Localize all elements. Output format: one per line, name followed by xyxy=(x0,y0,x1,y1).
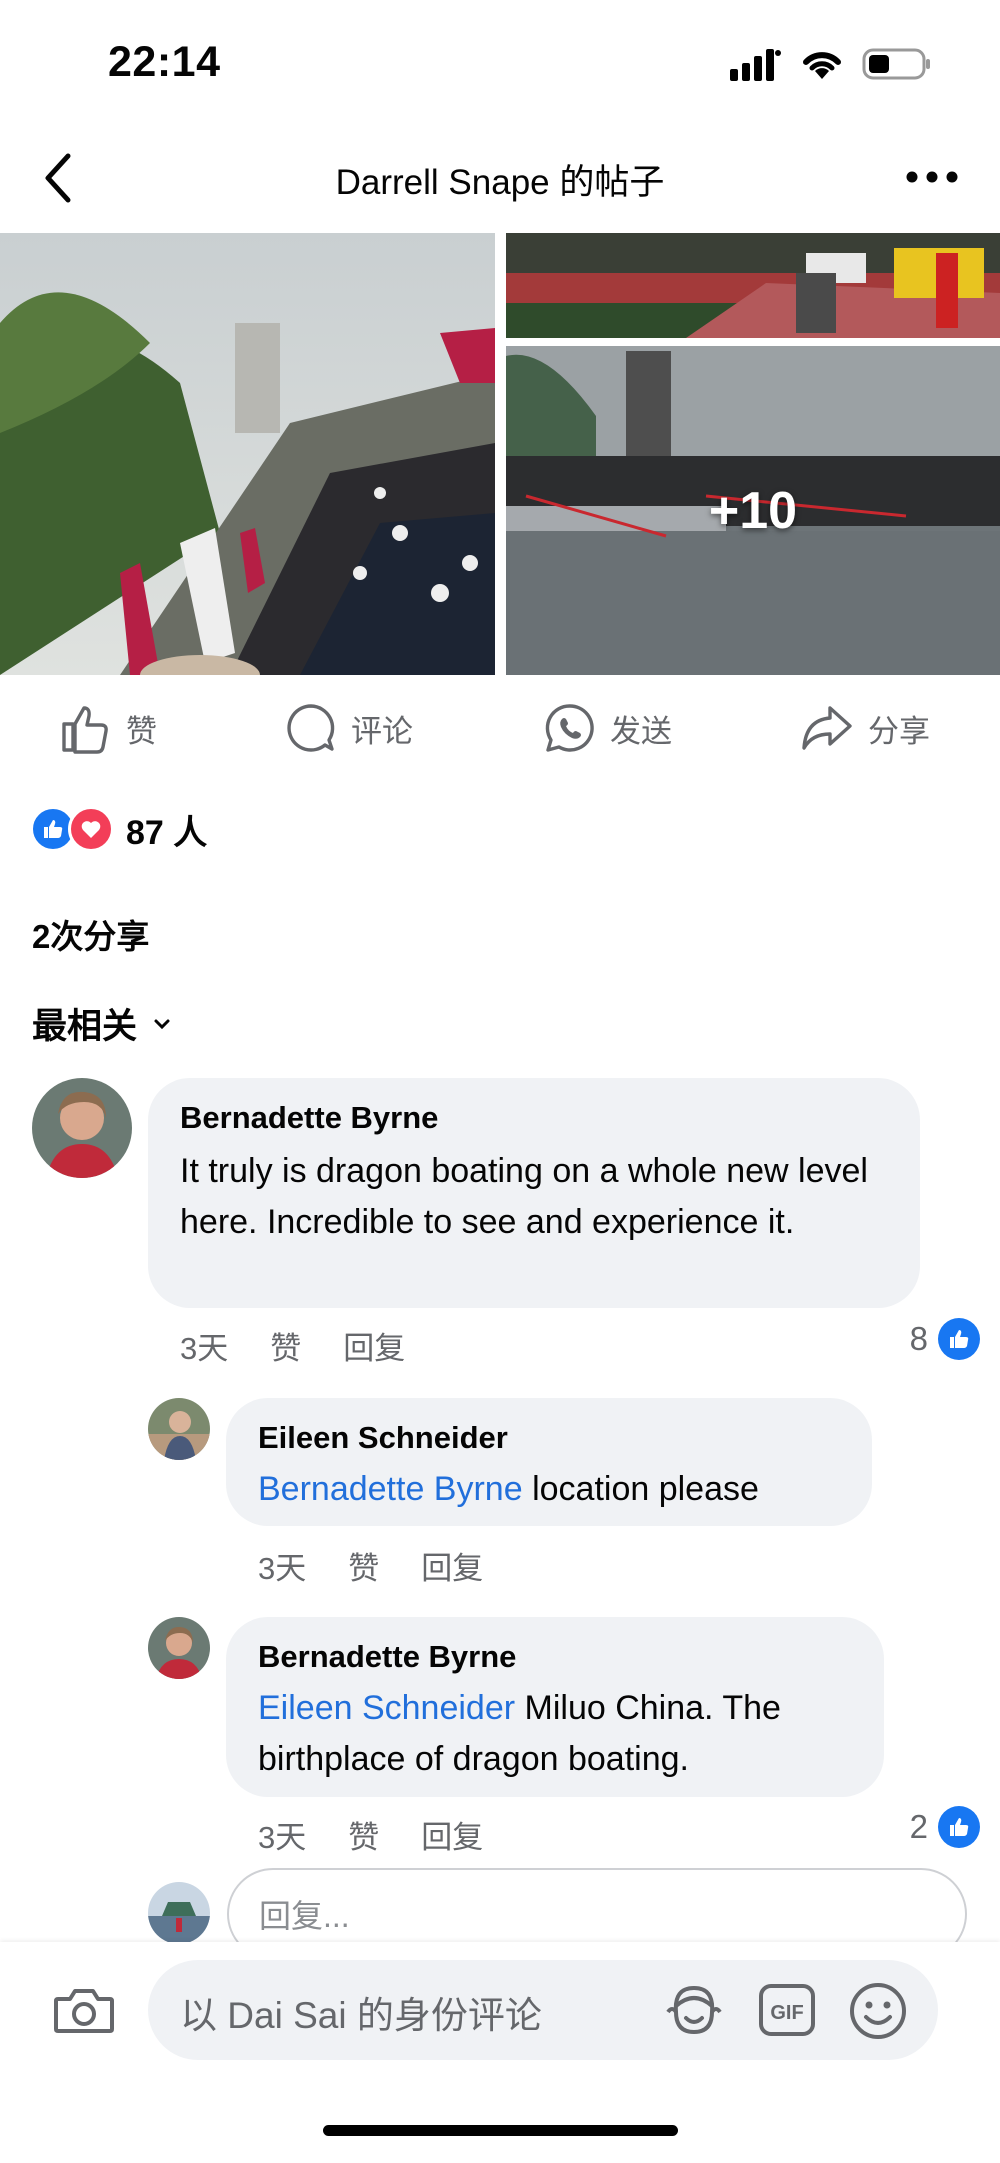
share-button[interactable]: 分享 xyxy=(800,698,930,758)
more-photos-count[interactable]: +10 xyxy=(506,346,1000,675)
wifi-icon xyxy=(803,52,841,79)
love-reaction-icon xyxy=(68,806,114,852)
more-button[interactable] xyxy=(902,160,962,194)
avatar[interactable] xyxy=(148,1398,210,1460)
reactions-summary[interactable]: 87 人 xyxy=(30,806,207,852)
comment-like-button[interactable]: 赞 xyxy=(348,1543,379,1588)
comment-bubble[interactable]: Bernadette Byrne It truly is dragon boat… xyxy=(148,1078,920,1308)
comment-reply-button[interactable]: 回复 xyxy=(421,1543,483,1588)
comment-time: 3天 xyxy=(258,1820,307,1855)
like-reaction-icon xyxy=(938,1318,980,1360)
avatar[interactable] xyxy=(32,1078,132,1178)
comment-text: Eileen Schneider Miluo China. The birthp… xyxy=(258,1683,868,1785)
sort-label: 最相关 xyxy=(32,1007,138,1046)
comment-author[interactable]: Eileen Schneider xyxy=(258,1420,508,1456)
gif-button[interactable]: GIF xyxy=(758,1983,816,2037)
emoji-icon xyxy=(850,1983,906,2039)
signal-icon xyxy=(730,49,781,81)
more-icon xyxy=(906,171,958,183)
comment-like-button[interactable]: 赞 xyxy=(270,1323,301,1368)
battery-icon xyxy=(862,48,930,80)
comment-reply-button[interactable]: 回复 xyxy=(421,1812,483,1857)
home-indicator xyxy=(323,2125,678,2136)
comment-meta: 3天 赞 回复 xyxy=(180,1323,405,1368)
comment-time: 3天 xyxy=(180,1331,229,1366)
camera-icon xyxy=(54,1989,114,2033)
comment-like-count[interactable]: 8 xyxy=(910,1318,980,1360)
comment-time: 3天 xyxy=(258,1551,307,1586)
post-photo-1[interactable] xyxy=(0,233,495,675)
like-label: 赞 xyxy=(126,713,157,749)
page-title: Darrell Snape 的帖子 xyxy=(335,163,665,202)
comment-text: It truly is dragon boating on a whole ne… xyxy=(180,1152,868,1241)
avatar xyxy=(148,1882,210,1944)
whatsapp-icon xyxy=(545,704,594,752)
mention-link[interactable]: Eileen Schneider xyxy=(258,1689,515,1727)
comment-bubble[interactable]: Eileen Schneider Bernadette Byrne locati… xyxy=(226,1398,872,1526)
share-icon xyxy=(802,706,852,750)
comment-body: location please xyxy=(522,1470,759,1508)
reaction-count: 87 人 xyxy=(126,813,208,852)
chevron-down-icon xyxy=(154,1019,170,1029)
comment-meta: 3天 赞 回复 xyxy=(258,1543,483,1588)
share-count[interactable]: 2次分享 xyxy=(32,910,149,958)
comment-icon xyxy=(287,704,335,752)
comment-bubble[interactable]: Bernadette Byrne Eileen Schneider Miluo … xyxy=(226,1617,884,1797)
like-reaction-icon xyxy=(938,1806,980,1848)
avatar[interactable] xyxy=(148,1617,210,1679)
comment-like-count[interactable]: 2 xyxy=(910,1806,980,1848)
avatar-sticker-icon xyxy=(666,1985,722,2035)
camera-button[interactable] xyxy=(52,1985,116,2037)
comment-author[interactable]: Bernadette Byrne xyxy=(180,1100,438,1136)
mention-link[interactable]: Bernadette Byrne xyxy=(258,1470,523,1508)
sort-dropdown[interactable]: 最相关 xyxy=(32,998,171,1049)
gif-icon: GIF xyxy=(759,1984,815,2036)
comment-text: Bernadette Byrne location please xyxy=(258,1464,759,1515)
comment-reply-button[interactable]: 回复 xyxy=(343,1323,405,1368)
comment-label: 评论 xyxy=(351,713,413,749)
send-label: 发送 xyxy=(610,713,672,749)
comment-author[interactable]: Bernadette Byrne xyxy=(258,1639,516,1675)
status-icons xyxy=(730,44,932,84)
comment-like-button[interactable]: 赞 xyxy=(348,1812,379,1857)
like-button[interactable]: 赞 xyxy=(60,698,157,758)
send-button[interactable]: 发送 xyxy=(544,698,672,758)
svg-text:GIF: GIF xyxy=(770,2002,803,2024)
thumbs-up-icon xyxy=(62,706,108,754)
share-label: 分享 xyxy=(868,713,930,749)
avatar-sticker-button[interactable] xyxy=(664,1982,724,2038)
post-photo-2[interactable] xyxy=(506,233,1000,338)
comment-meta: 3天 赞 回复 xyxy=(258,1812,483,1857)
comment-button[interactable]: 评论 xyxy=(285,698,413,758)
comment-input-placeholder: 以 Dai Sai 的身份评论 xyxy=(180,1995,542,2036)
like-count-value: 2 xyxy=(909,1808,928,1845)
like-count-value: 8 xyxy=(909,1320,928,1357)
status-time: 22:14 xyxy=(108,38,221,86)
emoji-button[interactable] xyxy=(848,1981,908,2041)
